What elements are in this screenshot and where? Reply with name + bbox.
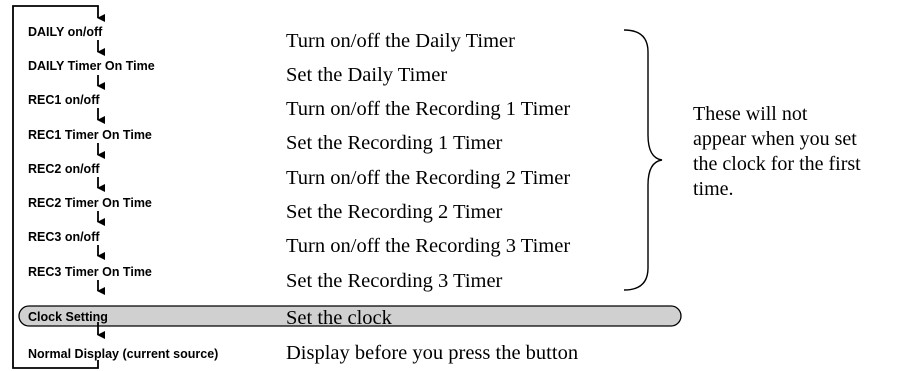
brace-note-line: the clock for the first <box>693 153 861 175</box>
step-label-rec1-timer: REC1 Timer On Time <box>28 128 152 142</box>
step-description-rec2-on-off: Turn on/off the Recording 2 Timer <box>286 167 570 189</box>
step-label-daily-on-off: DAILY on/off <box>28 25 103 39</box>
step-label-rec2-timer: REC2 Timer On Time <box>28 196 152 210</box>
step-label-clock-setting: Clock Setting <box>28 310 108 324</box>
curly-brace <box>623 29 663 291</box>
step-description-rec3-timer: Set the Recording 3 Timer <box>286 270 503 292</box>
step-description-clock-setting: Set the clock <box>286 307 393 329</box>
diagram: DAILY on/off DAILY Timer On Time REC1 on… <box>0 0 909 371</box>
step-label-rec1-on-off: REC1 on/off <box>28 93 100 107</box>
step-description-rec2-timer: Set the Recording 2 Timer <box>286 201 503 223</box>
brace-note-line: appear when you set <box>693 128 857 150</box>
step-description-rec3-on-off: Turn on/off the Recording 3 Timer <box>286 235 570 257</box>
step-label-normal-display: Normal Display (current source) <box>28 347 218 361</box>
step-label-rec3-timer: REC3 Timer On Time <box>28 265 152 279</box>
brace-note: These will not appear when you set the c… <box>693 102 903 202</box>
step-label-daily-timer: DAILY Timer On Time <box>28 59 155 73</box>
step-description-rec1-timer: Set the Recording 1 Timer <box>286 132 503 154</box>
brace-note-line: time. <box>693 178 734 200</box>
step-label-rec3-on-off: REC3 on/off <box>28 230 100 244</box>
step-description-rec1-on-off: Turn on/off the Recording 1 Timer <box>286 98 570 120</box>
brace-note-line: These will not <box>693 103 808 125</box>
step-description-daily-timer: Set the Daily Timer <box>286 64 447 86</box>
step-description-daily-on-off: Turn on/off the Daily Timer <box>286 30 515 52</box>
step-label-rec2-on-off: REC2 on/off <box>28 162 100 176</box>
step-description-normal-display: Display before you press the button <box>286 342 578 364</box>
